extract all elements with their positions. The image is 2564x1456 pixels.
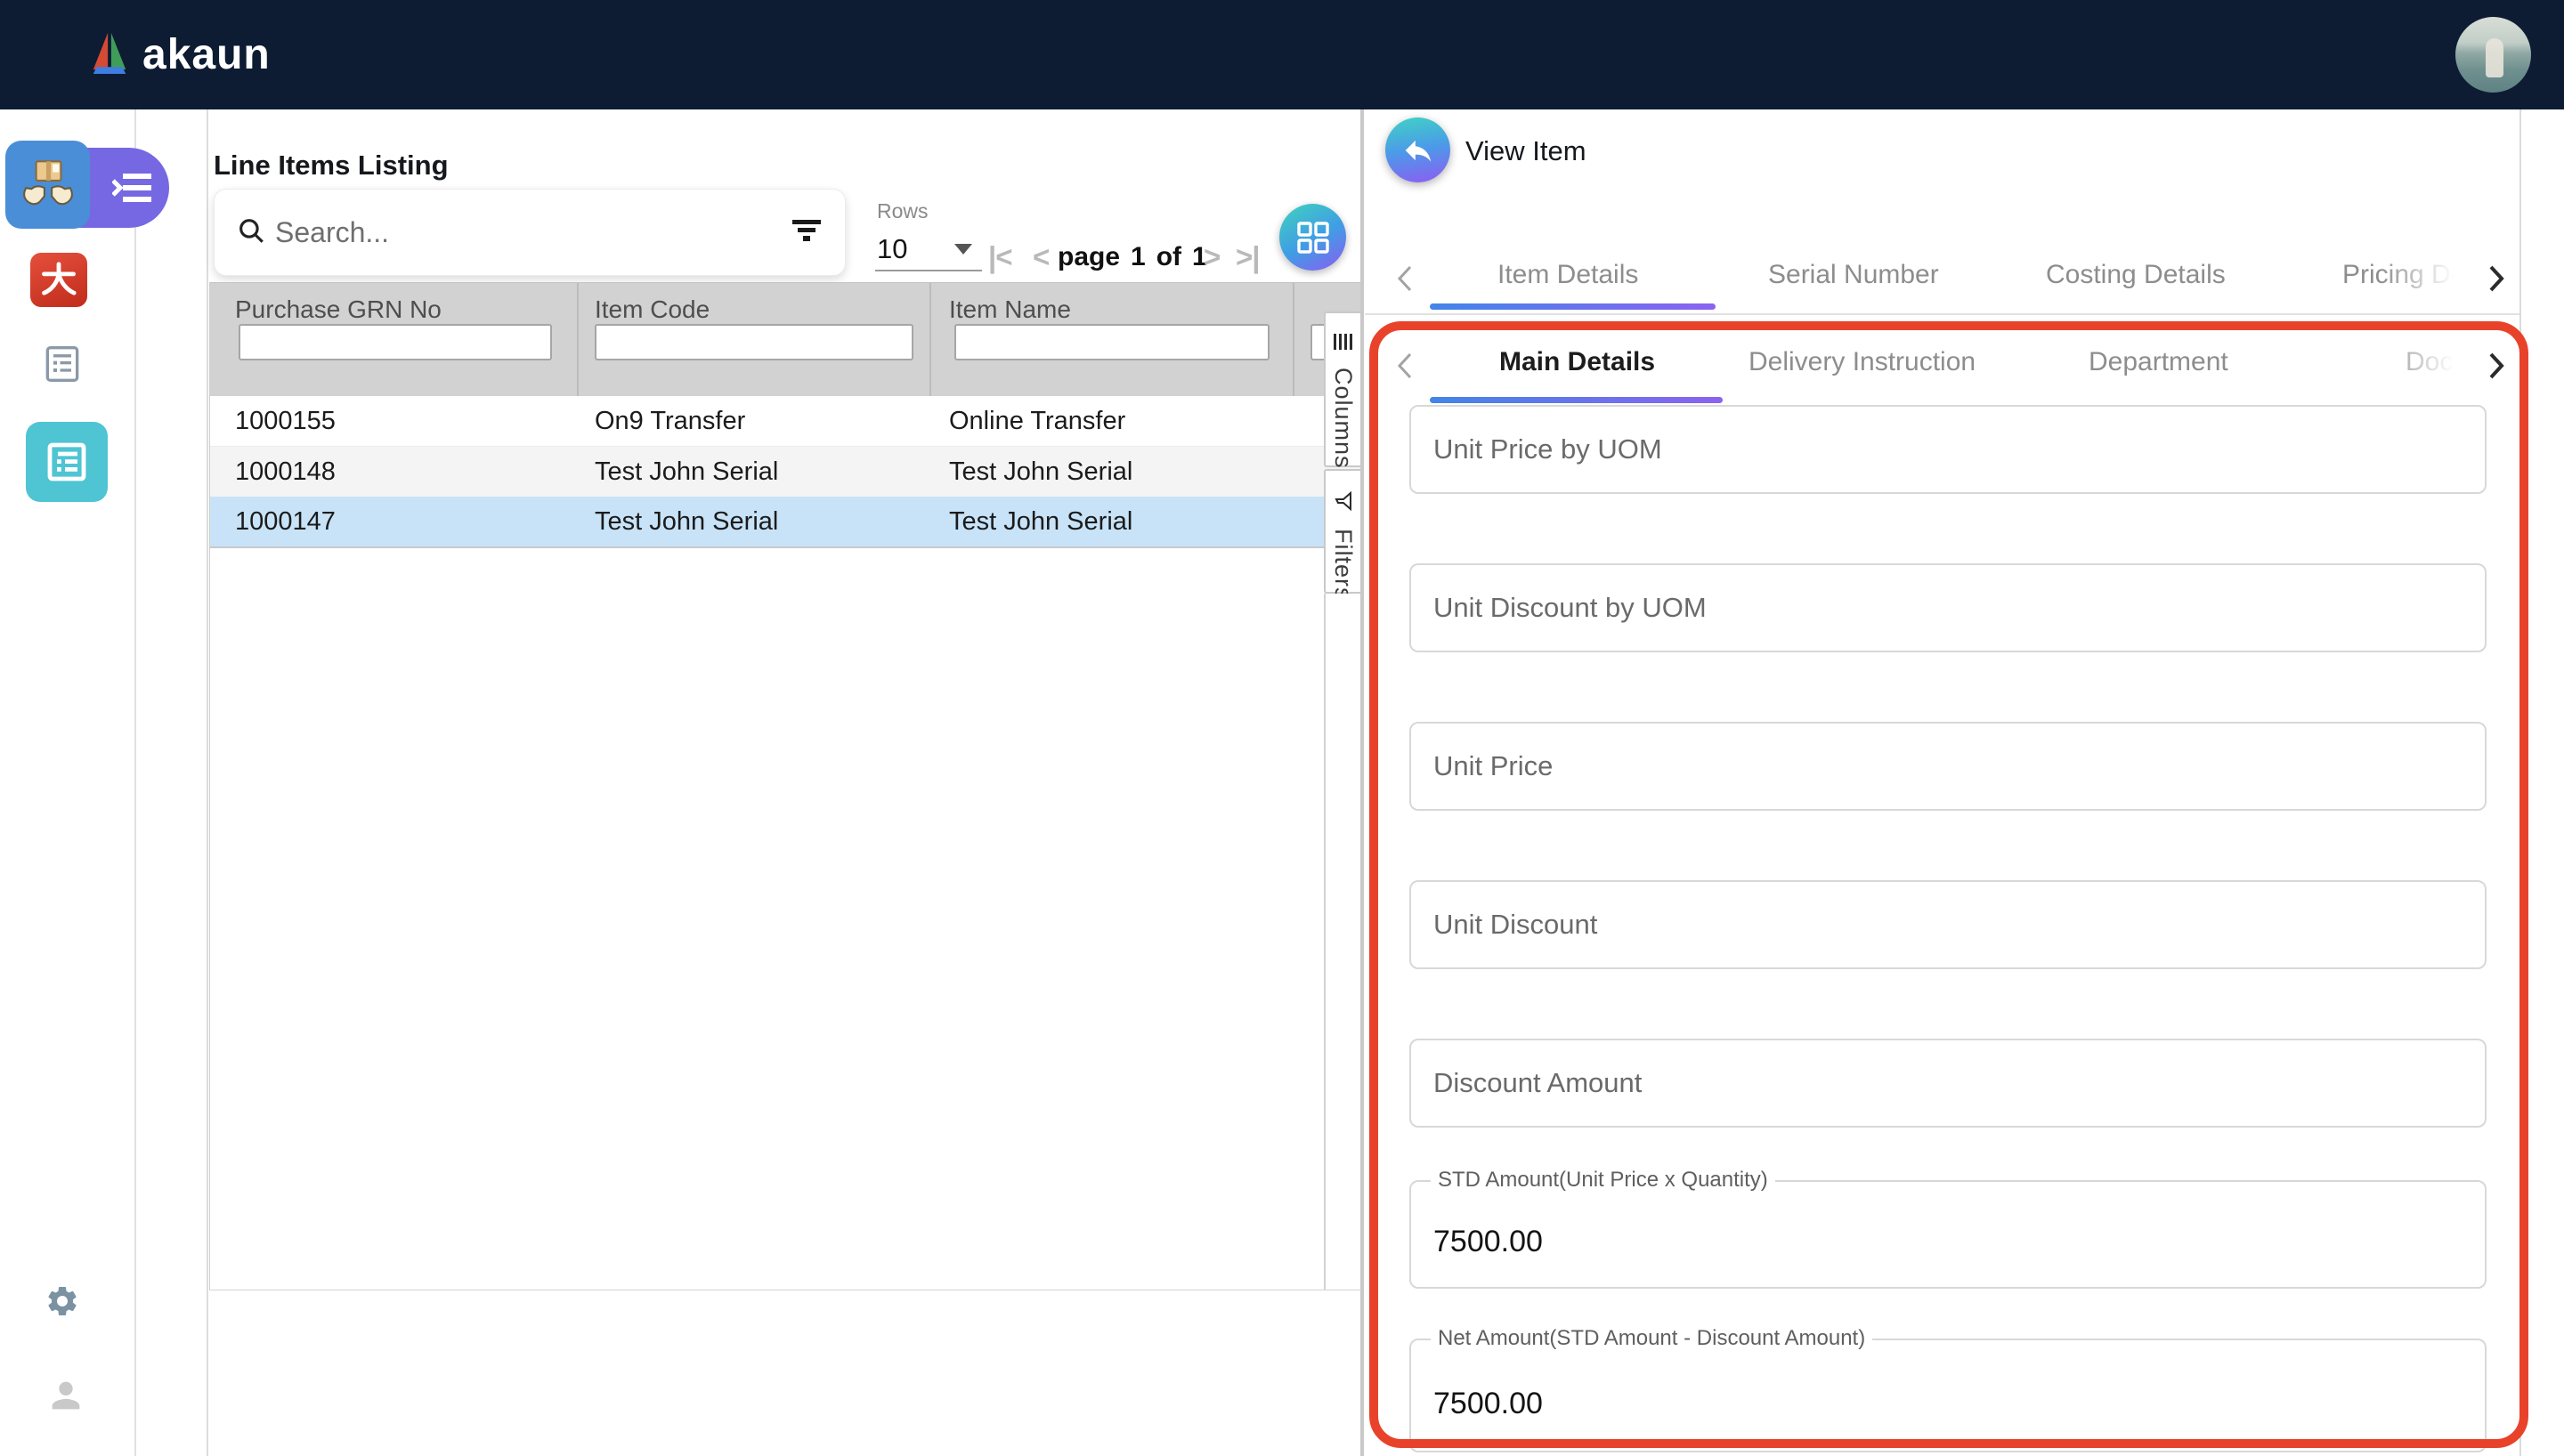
field-label: Discount Amount: [1433, 1067, 1642, 1099]
brand-logo[interactable]: akaun: [89, 29, 271, 80]
tab-serial-number[interactable]: Serial Number: [1768, 260, 1939, 290]
subtabs-scroll-left-icon[interactable]: [1393, 351, 1416, 385]
column-filter-input-code[interactable]: [595, 324, 913, 360]
sidebar-item-inventory-app[interactable]: [5, 141, 90, 229]
profile-person-icon[interactable]: [45, 1375, 86, 1416]
search-icon: [236, 215, 266, 250]
search-input[interactable]: [273, 215, 791, 250]
column-divider: [929, 283, 931, 397]
tab-fade: [2379, 336, 2486, 400]
cell-grn: 1000147: [235, 507, 336, 537]
field-value: 7500.00: [1433, 1225, 1543, 1259]
cell-item-name: Online Transfer: [949, 407, 1125, 436]
unit-discount-field[interactable]: Unit Discount: [1409, 880, 2487, 969]
table-row-selected[interactable]: 1000147 Test John Serial Test John Seria…: [210, 497, 1361, 546]
field-label: STD Amount(Unit Price x Quantity): [1431, 1168, 1775, 1193]
field-label: Unit Price by UOM: [1433, 433, 1662, 465]
rows-label: Rows: [877, 199, 929, 223]
screen: akaun: [0, 0, 2564, 1456]
columns-rail-tab[interactable]: Columns: [1324, 311, 1360, 467]
filters-rail-label: Filters: [1329, 529, 1357, 601]
cell-item-code: Test John Serial: [595, 507, 778, 537]
rows-select-underline: [875, 270, 982, 271]
back-arrow-icon: [1401, 133, 1435, 167]
tab-costing-details[interactable]: Costing Details: [2046, 260, 2226, 290]
cell-grn: 1000155: [235, 407, 336, 436]
field-label: Unit Price: [1433, 750, 1553, 782]
cell-item-name: Test John Serial: [949, 507, 1132, 537]
cell-item-code: On9 Transfer: [595, 407, 745, 436]
sidebar-item-line-items-active[interactable]: [26, 422, 108, 502]
table-row[interactable]: 1000148 Test John Serial Test John Seria…: [210, 447, 1361, 497]
settings-gear-icon[interactable]: [45, 1282, 80, 1321]
subtabs-scroll-right-icon[interactable]: [2485, 351, 2508, 385]
column-filter-input-name[interactable]: [954, 324, 1270, 360]
detail-title: View Item: [1465, 135, 1586, 167]
next-page-button[interactable]: >: [1204, 240, 1220, 274]
filter-funnel-icon: [1333, 490, 1354, 516]
columns-icon: [1333, 333, 1354, 355]
field-label: Unit Discount by UOM: [1433, 592, 1707, 624]
sidebar-item-dai-app[interactable]: [30, 253, 87, 307]
tab-fade: [2379, 249, 2486, 313]
field-value: 7500.00: [1433, 1387, 1543, 1421]
sidebar-item-listing-inactive[interactable]: [45, 344, 80, 384]
back-button[interactable]: [1385, 117, 1450, 182]
first-page-button[interactable]: |<: [988, 240, 1012, 274]
std-amount-field[interactable]: STD Amount(Unit Price x Quantity) 7500.0…: [1409, 1180, 2487, 1289]
cell-grn: 1000148: [235, 457, 336, 487]
sidebar: [0, 109, 136, 1456]
table-header: Purchase GRN No Item Code Item Name: [210, 282, 1361, 399]
top-bar: akaun: [0, 0, 2564, 109]
user-avatar[interactable]: [2455, 17, 2531, 93]
unit-price-field[interactable]: Unit Price: [1409, 722, 2487, 811]
detail-scroll-gutter: [2519, 109, 2521, 1456]
column-divider: [1293, 283, 1294, 397]
unit-price-by-uom-field[interactable]: Unit Price by UOM: [1409, 405, 2487, 494]
page-indicator: page1 of1: [1058, 242, 1207, 272]
column-header-purchase-grn-no[interactable]: Purchase GRN No: [235, 295, 442, 324]
listing-panel-border: [207, 109, 208, 1456]
rows-per-page-select[interactable]: 10: [877, 233, 907, 265]
net-amount-field[interactable]: Net Amount(STD Amount - Discount Amount)…: [1409, 1339, 2487, 1452]
cell-item-name: Test John Serial: [949, 457, 1132, 487]
secondary-tab-strip: Main Details Delivery Instruction Depart…: [1365, 336, 2519, 400]
tab-item-details[interactable]: Item Details: [1497, 260, 1638, 290]
column-header-item-name[interactable]: Item Name: [949, 295, 1071, 324]
active-subtab-underline: [1430, 397, 1723, 403]
column-divider: [577, 283, 579, 397]
tabs-scroll-right-icon[interactable]: [2485, 263, 2508, 298]
row-divider: [210, 546, 1361, 548]
column-filter-input-grn[interactable]: [239, 324, 552, 360]
filters-rail-tab[interactable]: Filters: [1324, 469, 1360, 594]
unit-discount-by-uom-field[interactable]: Unit Discount by UOM: [1409, 563, 2487, 652]
search-box: [214, 189, 846, 276]
active-tab-underline: [1430, 303, 1716, 310]
subtab-delivery-instruction[interactable]: Delivery Instruction: [1749, 347, 1976, 377]
column-header-item-code[interactable]: Item Code: [595, 295, 710, 324]
brand-name: akaun: [142, 30, 271, 79]
dai-character-icon: [39, 259, 78, 301]
subtab-main-details[interactable]: Main Details: [1499, 347, 1655, 377]
rail-track: [1324, 594, 1362, 1290]
tabs-scroll-left-icon[interactable]: [1393, 263, 1416, 298]
cell-item-code: Test John Serial: [595, 457, 778, 487]
menu-open-icon: [112, 171, 153, 209]
previous-page-button[interactable]: <: [1033, 240, 1049, 274]
line-items-table: Purchase GRN No Item Code Item Name 1000…: [209, 282, 1361, 1290]
hands-holding-box-icon: [19, 153, 77, 216]
akaun-triangle-icon: [89, 29, 130, 80]
discount-amount-field[interactable]: Discount Amount: [1409, 1039, 2487, 1128]
last-page-button[interactable]: >|: [1236, 240, 1260, 274]
chevron-down-icon[interactable]: [953, 242, 974, 261]
subtab-department[interactable]: Department: [2089, 347, 2228, 377]
field-label: Unit Discount: [1433, 909, 1597, 941]
columns-rail-label: Columns: [1329, 368, 1357, 469]
filter-list-icon[interactable]: [791, 219, 822, 247]
page-title: Line Items Listing: [214, 150, 449, 182]
table-row[interactable]: 1000155 On9 Transfer Online Transfer: [210, 396, 1361, 446]
grid-view-button[interactable]: [1279, 204, 1346, 271]
field-label: Net Amount(STD Amount - Discount Amount): [1431, 1326, 1872, 1351]
